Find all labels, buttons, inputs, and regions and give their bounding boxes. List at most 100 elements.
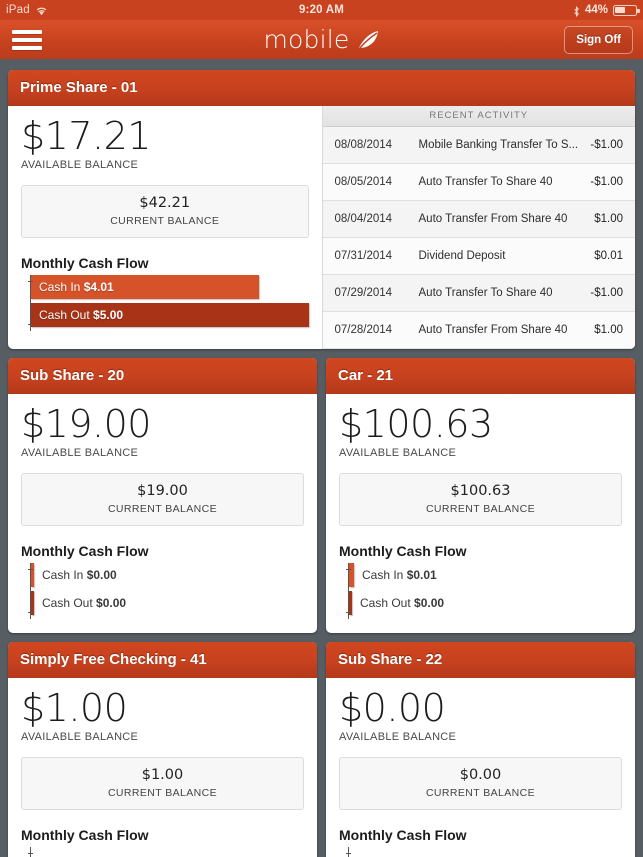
current-balance-box: $1.00 CURRENT BALANCE	[21, 757, 304, 811]
cash-out-bar-row: Cash Out $0.00	[349, 591, 622, 616]
activity-amount: -$1.00	[590, 176, 623, 188]
current-balance-label: CURRENT BALANCE	[110, 215, 220, 228]
cash-out-label: Cash Out $0.00	[360, 596, 445, 611]
account-card-title[interactable]: Sub Share - 20	[8, 358, 317, 394]
app-navbar: mobile Sign Off	[0, 20, 643, 62]
activity-date: 07/31/2014	[334, 250, 393, 262]
monthly-cash-flow-heading: Monthly Cash Flow	[339, 827, 467, 844]
available-balance-amount: $1.00	[21, 686, 128, 731]
account-card-title[interactable]: Sub Share - 22	[326, 642, 635, 679]
chart-axis	[346, 847, 351, 857]
account-card-car-21[interactable]: Car - 21 $100.63 AVAILABLE BALANCE $100.…	[326, 358, 635, 634]
current-balance-label: CURRENT BALANCE	[107, 787, 218, 800]
account-summary-panel: $1.00 AVAILABLE BALANCE $1.00 CURRENT BA…	[8, 678, 317, 857]
account-summary-panel: $100.63 AVAILABLE BALANCE $100.63 CURREN…	[326, 394, 635, 633]
chart-axis	[28, 563, 33, 620]
current-balance-label: CURRENT BALANCE	[425, 787, 536, 800]
account-card-title[interactable]: Simply Free Checking - 41	[8, 642, 317, 679]
activity-date: 08/04/2014	[334, 213, 393, 225]
status-bar-right: 44%	[573, 4, 640, 17]
activity-amount: -$1.00	[590, 287, 623, 299]
cash-in-label: Cash In $0.00	[42, 568, 117, 583]
account-card-body: $19.00 AVAILABLE BALANCE $19.00 CURRENT …	[8, 394, 317, 633]
activity-date: 07/28/2014	[334, 324, 393, 336]
hamburger-menu-icon[interactable]	[12, 29, 42, 51]
activity-description: Auto Transfer To Share 40	[418, 176, 553, 188]
table-row[interactable]: 07/29/2014 Auto Transfer To Share 40 -$1…	[322, 275, 635, 312]
available-balance-label: AVAILABLE BALANCE	[21, 731, 139, 744]
brand-logo: mobile	[0, 25, 643, 54]
account-card-body: $1.00 AVAILABLE BALANCE $1.00 CURRENT BA…	[8, 678, 317, 857]
ios-status-bar: iPad 9:20 AM 44%	[0, 0, 643, 20]
activity-date: 07/29/2014	[334, 287, 393, 299]
cash-in-label: Cash In $4.01	[39, 280, 114, 295]
accounts-board: Prime Share - 01 $17.21 AVAILABLE BALANC…	[0, 62, 643, 857]
monthly-cash-flow-chart: Cash In $0.01 Cash Out $0.00	[339, 563, 622, 620]
current-balance-amount: $0.00	[459, 767, 502, 784]
cash-in-bar-row: Cash In $4.01	[31, 275, 309, 300]
available-balance-amount: $0.00	[339, 686, 446, 731]
current-balance-box: $0.00 CURRENT BALANCE	[339, 757, 622, 811]
accounts-row-2: Sub Share - 20 $19.00 AVAILABLE BALANCE …	[8, 358, 635, 634]
activity-amount: $1.00	[594, 213, 623, 225]
monthly-cash-flow-chart: Cash In $4.01 Cash Out $5.00	[21, 275, 309, 332]
account-card-body: $100.63 AVAILABLE BALANCE $100.63 CURREN…	[326, 394, 635, 633]
available-balance-label: AVAILABLE BALANCE	[21, 447, 139, 460]
available-balance-amount: $19.00	[21, 402, 151, 446]
current-balance-box: $42.21 CURRENT BALANCE	[21, 185, 309, 239]
activity-description: Auto Transfer From Share 40	[418, 213, 568, 225]
account-card-sub-share-22[interactable]: Sub Share - 22 $0.00 AVAILABLE BALANCE $…	[326, 642, 635, 857]
recent-activity-panel: RECENT ACTIVITY 08/08/2014 Mobile Bankin…	[321, 106, 635, 349]
available-balance-label: AVAILABLE BALANCE	[339, 447, 457, 460]
table-row[interactable]: 08/04/2014 Auto Transfer From Share 40 $…	[322, 201, 635, 238]
account-card-simply-free-checking-41[interactable]: Simply Free Checking - 41 $1.00 AVAILABL…	[8, 642, 317, 857]
status-bar-clock: 9:20 AM	[298, 4, 345, 16]
current-balance-amount: $1.00	[141, 767, 184, 784]
account-card-sub-share-20[interactable]: Sub Share - 20 $19.00 AVAILABLE BALANCE …	[8, 358, 317, 634]
table-row[interactable]: 07/31/2014 Dividend Deposit $0.01	[322, 238, 635, 275]
available-balance-label: AVAILABLE BALANCE	[21, 159, 139, 172]
cash-out-label: Cash Out $0.00	[42, 596, 127, 611]
account-summary-panel: $17.21 AVAILABLE BALANCE $42.21 CURRENT …	[8, 106, 322, 349]
available-balance-label: AVAILABLE BALANCE	[339, 731, 457, 744]
monthly-cash-flow-chart	[21, 847, 304, 857]
current-balance-amount: $100.63	[450, 483, 511, 500]
chart-axis	[346, 563, 351, 620]
activity-amount: $1.00	[594, 324, 623, 336]
battery-percent-label: 44%	[584, 4, 608, 16]
table-row[interactable]: 08/08/2014 Mobile Banking Transfer To S.…	[322, 127, 635, 164]
current-balance-amount: $42.21	[139, 195, 191, 212]
activity-date: 08/08/2014	[334, 139, 393, 151]
account-summary-panel: $0.00 AVAILABLE BALANCE $0.00 CURRENT BA…	[326, 678, 635, 857]
monthly-cash-flow-heading: Monthly Cash Flow	[21, 827, 149, 844]
table-row[interactable]: 07/28/2014 Auto Transfer From Share 40 $…	[322, 312, 635, 349]
current-balance-label: CURRENT BALANCE	[425, 503, 536, 516]
cash-in-bar-row: Cash In $0.01	[349, 563, 622, 588]
cash-out-bar: Cash Out $5.00	[31, 303, 309, 328]
cash-in-bar: Cash In $4.01	[31, 275, 259, 300]
brand-name: mobile	[263, 25, 350, 54]
activity-description: Mobile Banking Transfer To S...	[418, 139, 579, 151]
activity-date: 08/05/2014	[334, 176, 393, 188]
activity-description: Auto Transfer To Share 40	[418, 287, 553, 299]
current-balance-box: $19.00 CURRENT BALANCE	[21, 473, 304, 527]
account-card-title[interactable]: Car - 21	[326, 358, 635, 394]
hamburger-bar	[12, 29, 42, 34]
cash-out-bar-row: Cash Out $5.00	[31, 303, 309, 328]
bluetooth-icon	[573, 5, 580, 17]
monthly-cash-flow-heading: Monthly Cash Flow	[21, 543, 149, 560]
account-card-prime-share[interactable]: Prime Share - 01 $17.21 AVAILABLE BALANC…	[8, 70, 635, 349]
activity-description: Dividend Deposit	[418, 250, 506, 262]
current-balance-box: $100.63 CURRENT BALANCE	[339, 473, 622, 527]
available-balance-amount: $100.63	[339, 402, 493, 446]
cash-out-label: Cash Out $5.00	[39, 308, 124, 323]
current-balance-label: CURRENT BALANCE	[107, 503, 218, 516]
battery-fill	[615, 6, 625, 14]
battery-icon	[613, 4, 640, 16]
hamburger-bar	[12, 45, 42, 50]
account-card-title[interactable]: Prime Share - 01	[8, 70, 635, 106]
accounts-row-3: Simply Free Checking - 41 $1.00 AVAILABL…	[8, 642, 635, 857]
sign-off-button[interactable]: Sign Off	[564, 25, 633, 54]
table-row[interactable]: 08/05/2014 Auto Transfer To Share 40 -$1…	[322, 164, 635, 201]
chart-axis	[28, 847, 33, 857]
